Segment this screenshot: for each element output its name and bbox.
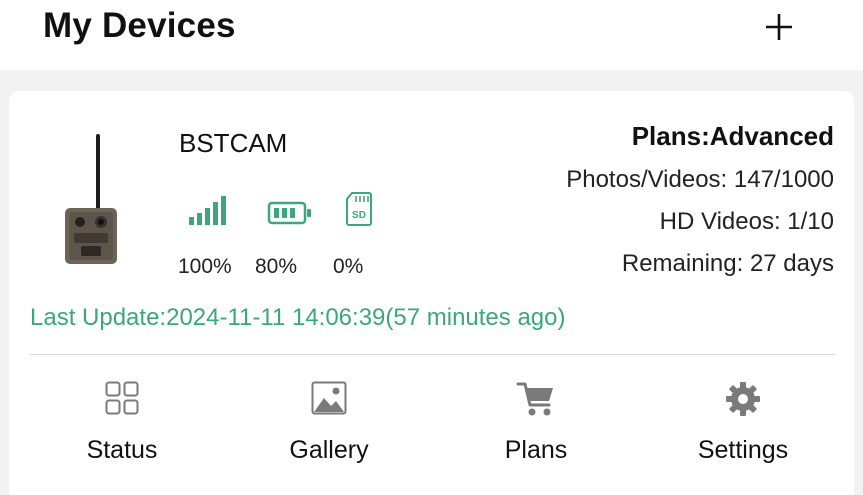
- settings-label: Settings: [697, 436, 789, 464]
- photos-videos-usage: Photos/Videos: 147/1000: [566, 166, 834, 193]
- device-card[interactable]: BSTCAM SD 100% 80% 0% Plans:Advanced Pho: [9, 91, 854, 495]
- signal-percent: 100%: [178, 255, 232, 278]
- device-name: BSTCAM: [179, 128, 288, 158]
- plans-button[interactable]: Plans: [456, 381, 616, 471]
- sd-percent: 0%: [333, 255, 364, 278]
- gear-icon: [726, 382, 760, 416]
- add-device-button[interactable]: [760, 8, 798, 46]
- sd-card-icon-text: SD: [352, 210, 366, 221]
- grid-icon: [105, 381, 139, 415]
- plus-icon: [766, 14, 792, 40]
- status-label: Status: [86, 436, 158, 464]
- sd-card-icon: SD: [346, 192, 372, 226]
- page-title: My Devices: [43, 6, 236, 45]
- divider: [30, 354, 835, 355]
- cart-icon: [516, 382, 553, 416]
- plan-title: Plans:Advanced: [631, 121, 834, 151]
- status-button[interactable]: Status: [42, 381, 202, 471]
- trail-camera-image: [65, 134, 117, 264]
- header: My Devices: [0, 0, 863, 70]
- last-update: Last Update:2024-11-11 14:06:39(57 minut…: [30, 304, 566, 331]
- gallery-button[interactable]: Gallery: [249, 381, 409, 471]
- gallery-label: Gallery: [289, 436, 369, 464]
- settings-button[interactable]: Settings: [663, 381, 823, 471]
- plans-label: Plans: [504, 436, 568, 464]
- hd-videos-usage: HD Videos: 1/10: [659, 208, 834, 235]
- remaining-days: Remaining: 27 days: [621, 250, 834, 277]
- image-icon: [311, 381, 347, 415]
- battery-percent: 80%: [255, 255, 298, 278]
- signal-icon: [189, 196, 226, 225]
- battery-icon: [267, 201, 311, 225]
